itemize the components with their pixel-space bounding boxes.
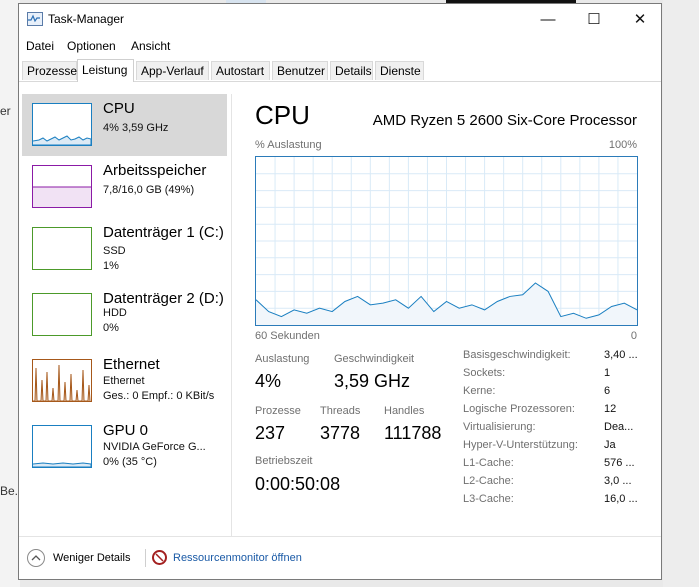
maximize-button[interactable]: ☐ [571, 4, 617, 34]
ethernet-thumbnail-graph [32, 359, 92, 402]
sidebar-item-memory[interactable]: Arbeitsspeicher 7,8/16,0 GB (49%) [22, 156, 227, 218]
memory-thumbnail-graph [32, 165, 92, 208]
sidebar-item-disk-1[interactable]: Datenträger 1 (C:) SSD 1% [22, 218, 227, 280]
sidebar-item-subtitle: Ges.: 0 Empf.: 0 KBit/s [103, 390, 215, 402]
sidebar-item-subtitle: 1% [103, 260, 119, 272]
sidebar-item-gpu[interactable]: GPU 0 NVIDIA GeForce G... 0% (35 °C) [22, 416, 227, 478]
spec-label: L3-Cache: [463, 493, 514, 505]
spec-label: Hyper-V-Unterstützung: [463, 439, 578, 451]
gpu-thumbnail-graph [32, 425, 92, 468]
cpu-thumbnail-graph [32, 103, 92, 146]
tab-details[interactable]: Details [330, 61, 373, 80]
footer-bar: Weniger Details Ressourcenmonitor öffnen [19, 536, 661, 581]
less-details-button[interactable]: Weniger Details [53, 552, 130, 564]
spec-value: 3,0 ... [604, 475, 632, 487]
utilization-value: 4% [255, 371, 282, 391]
graph-x-left-label: 60 Sekunden [255, 330, 320, 342]
task-manager-window: Task-Manager — ☐ ✕ Datei Optionen Ansich… [18, 3, 662, 580]
resource-sidebar: CPU 4% 3,59 GHz Arbeitsspeicher 7,8/16,0… [19, 94, 232, 536]
tab-prozesse[interactable]: Prozesse [22, 61, 77, 80]
graph-x-right-label: 0 [630, 330, 637, 342]
spec-label: L1-Cache: [463, 457, 514, 469]
sidebar-item-title: CPU [103, 100, 135, 117]
sidebar-item-subtitle: 0% [103, 322, 119, 334]
processes-label: Prozesse [255, 405, 301, 417]
sidebar-item-disk-2[interactable]: Datenträger 2 (D:) HDD 0% [22, 284, 227, 346]
disk-2-thumbnail-graph [32, 293, 92, 336]
utilization-label: Auslastung [255, 353, 310, 365]
menu-datei[interactable]: Datei [26, 39, 54, 53]
uptime-label: Betriebszeit [255, 455, 313, 467]
threads-value: 3778 [320, 423, 361, 443]
speed-label: Geschwindigkeit [334, 353, 415, 365]
sidebar-item-title: Datenträger 1 (C:) [103, 224, 224, 241]
processes-value: 237 [255, 423, 286, 443]
footer-divider [145, 549, 146, 567]
background-text-fragment: Be. [0, 484, 19, 498]
tab-dienste[interactable]: Dienste [375, 61, 424, 80]
window-title: Task-Manager [48, 12, 125, 26]
spec-value: 6 [604, 385, 611, 397]
speed-value: 3,59 GHz [334, 371, 411, 391]
chevron-up-icon[interactable] [27, 549, 45, 567]
sidebar-item-subtitle: 0% (35 °C) [103, 456, 157, 468]
close-button[interactable]: ✕ [617, 4, 663, 34]
spec-value: Dea... [604, 421, 634, 433]
title-bar[interactable]: Task-Manager — ☐ ✕ [19, 4, 661, 34]
cpu-utilization-svg [255, 157, 638, 325]
graph-y-axis-label: % Auslastung [255, 139, 322, 151]
spec-label: Kerne: [463, 385, 496, 397]
spec-label: Basisgeschwindigkeit: [463, 349, 571, 361]
sidebar-item-subtitle: 4% 3,59 GHz [103, 122, 169, 134]
spec-value: 576 ... [604, 457, 635, 469]
sidebar-item-subtitle: NVIDIA GeForce G... [103, 441, 206, 453]
sidebar-item-title: Datenträger 2 (D:) [103, 290, 224, 307]
tab-strip: Prozesse Leistung App-Verlauf Autostart … [19, 59, 661, 82]
minimize-button[interactable]: — [525, 4, 571, 34]
disk-1-thumbnail-graph [32, 227, 92, 270]
menu-bar: Datei Optionen Ansicht [19, 36, 661, 56]
page-title: CPU [255, 100, 310, 130]
processor-name: AMD Ryzen 5 2600 Six-Core Processor [372, 112, 637, 129]
sidebar-item-title: Arbeitsspeicher [103, 162, 207, 179]
spec-value: 12 [604, 403, 617, 415]
task-manager-app-icon [27, 12, 43, 26]
resource-monitor-link[interactable]: Ressourcenmonitor öffnen [173, 552, 302, 564]
tab-leistung[interactable]: Leistung [77, 59, 134, 82]
sidebar-item-subtitle: HDD [103, 307, 127, 319]
spec-label: Sockets: [463, 367, 506, 379]
sidebar-item-subtitle: Ethernet [103, 375, 145, 387]
handles-value: 111788 [384, 423, 442, 443]
sidebar-item-subtitle: SSD [103, 245, 126, 257]
background-text-fragment: er [0, 104, 11, 118]
spec-label: L2-Cache: [463, 475, 514, 487]
spec-value: 1 [604, 367, 611, 379]
desktop-background-right [663, 0, 699, 587]
cpu-utilization-graph [255, 156, 638, 326]
desktop-background-left: er Be. [0, 0, 20, 587]
resource-monitor-icon [152, 550, 167, 565]
graph-y-max-label: 100% [608, 139, 637, 151]
sidebar-item-title: Ethernet [103, 356, 160, 373]
handles-label: Handles [384, 405, 425, 417]
menu-optionen[interactable]: Optionen [67, 39, 116, 53]
tab-app-verlauf[interactable]: App-Verlauf [136, 61, 209, 80]
spec-value: Ja [604, 439, 616, 451]
tab-autostart[interactable]: Autostart [211, 61, 270, 80]
uptime-value: 0:00:50:08 [255, 474, 341, 494]
menu-ansicht[interactable]: Ansicht [131, 39, 170, 53]
spec-label: Virtualisierung: [463, 421, 536, 433]
sidebar-item-subtitle: 7,8/16,0 GB (49%) [103, 184, 195, 196]
spec-value: 16,0 ... [604, 493, 638, 505]
sidebar-item-ethernet[interactable]: Ethernet Ethernet Ges.: 0 Empf.: 0 KBit/… [22, 350, 227, 412]
sidebar-item-title: GPU 0 [103, 422, 149, 439]
sidebar-item-cpu[interactable]: CPU 4% 3,59 GHz [22, 94, 227, 156]
spec-value: 3,40 ... [604, 349, 638, 361]
threads-label: Threads [320, 405, 361, 417]
tab-benutzer[interactable]: Benutzer [272, 61, 328, 80]
spec-label: Logische Prozessoren: [463, 403, 575, 415]
